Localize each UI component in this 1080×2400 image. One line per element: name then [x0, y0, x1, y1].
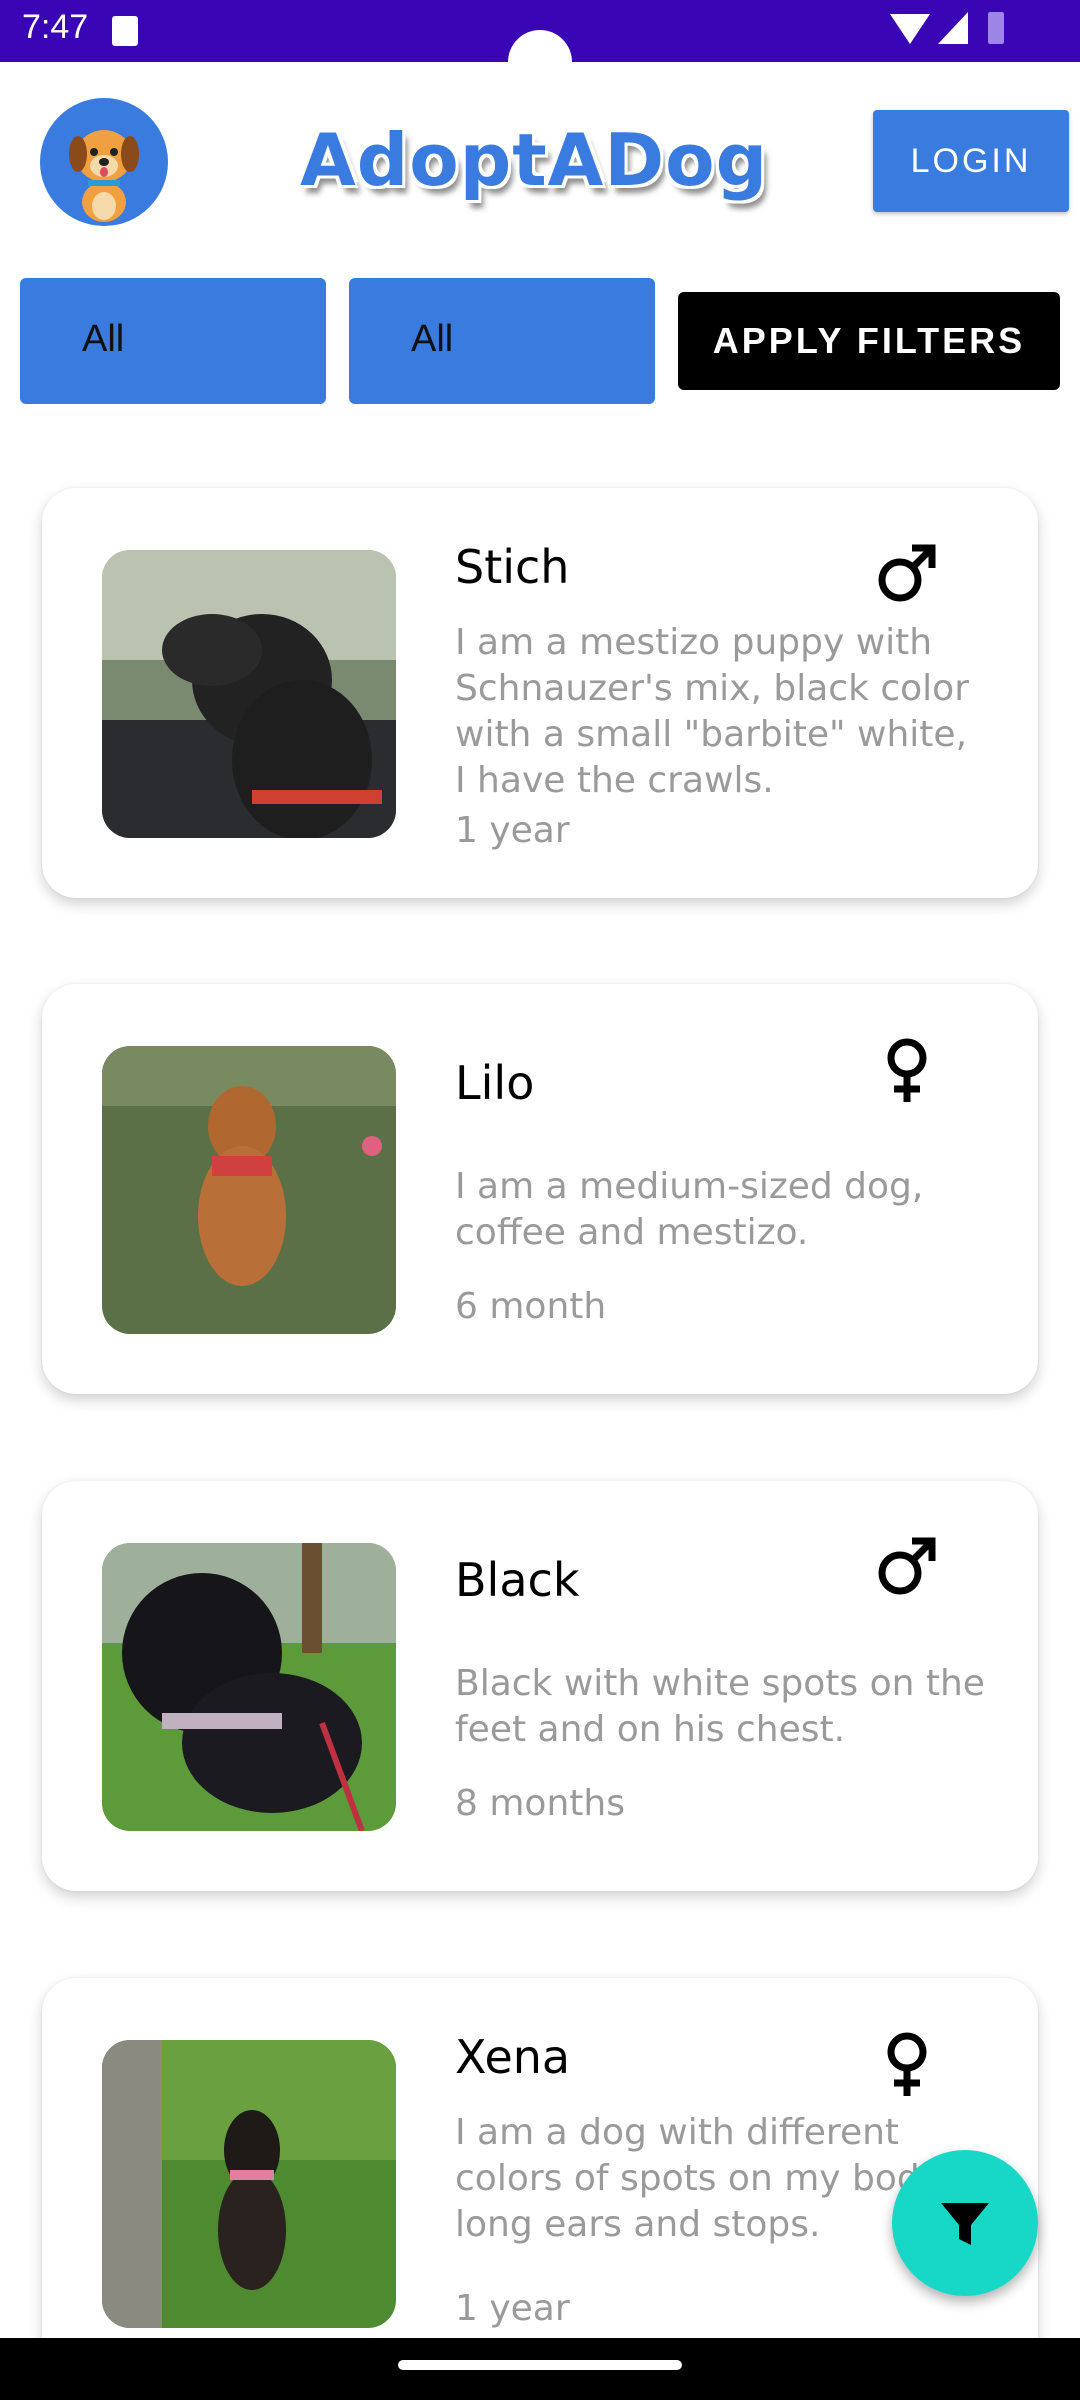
female-symbol-icon	[872, 1034, 942, 1104]
home-gesture-handle[interactable]	[398, 2360, 682, 2370]
dog-photo	[102, 1046, 396, 1334]
dog-description: I am a medium-sized dog, coffee and mest…	[455, 1166, 924, 1253]
dog-name: Black	[455, 1553, 580, 1607]
dog-name: Stich	[455, 540, 570, 594]
dog-card-black[interactable]: Black Black with white spots on the feet…	[42, 1481, 1038, 1891]
battery-icon	[988, 12, 1004, 44]
male-symbol-icon	[872, 1531, 942, 1601]
wifi-icon	[890, 14, 930, 44]
filter-icon	[941, 2203, 989, 2245]
filter-fab-button[interactable]	[892, 2150, 1038, 2296]
dog-card-lilo[interactable]: Lilo I am a medium-sized dog, coffee and…	[42, 984, 1038, 1394]
dog-age: 6 month	[455, 1286, 607, 1327]
filter-2-value: All	[411, 318, 454, 360]
dog-photo	[102, 1543, 396, 1831]
dog-name: Lilo	[455, 1056, 535, 1110]
dog-age: 8 months	[455, 1783, 625, 1824]
app-logo	[40, 98, 168, 226]
status-bar: 7:47	[0, 0, 1080, 94]
signal-icon	[938, 12, 968, 44]
filter-dropdown-2[interactable]: All	[349, 278, 655, 404]
navigation-bar	[0, 2338, 1080, 2400]
apply-filters-button[interactable]: APPLY FILTERS	[678, 292, 1060, 390]
dog-card-xena[interactable]: Xena I am a dog with different colors of…	[42, 1978, 1038, 2388]
dog-photo	[102, 2040, 396, 2328]
dog-name: Xena	[455, 2030, 571, 2084]
dog-photo	[102, 550, 396, 838]
app-title: AdoptADog	[300, 118, 769, 202]
camera-notch	[508, 30, 572, 94]
filter-dropdown-1[interactable]: All	[20, 278, 326, 404]
sdcard-icon	[112, 16, 138, 46]
dog-card-stich[interactable]: Stich I am a mestizo puppy with Schnauze…	[42, 488, 1038, 898]
dog-description: Black with white spots on the feet and o…	[455, 1663, 985, 1750]
female-symbol-icon	[872, 2028, 942, 2098]
status-time: 7:47	[22, 8, 89, 46]
filter-1-value: All	[82, 318, 125, 360]
male-symbol-icon	[872, 538, 942, 608]
login-button[interactable]: LOGIN	[873, 110, 1069, 212]
dog-description: I am a mestizo puppy with Schnauzer's mi…	[455, 622, 970, 801]
dog-age: 1 year	[455, 2288, 570, 2329]
dog-age: 1 year	[455, 810, 570, 851]
